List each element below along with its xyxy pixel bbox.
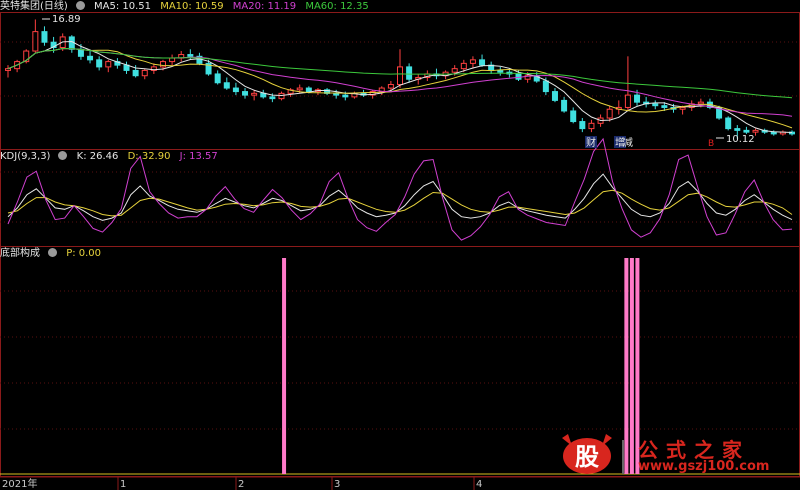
- candle-body: [743, 129, 750, 133]
- candle-body: [697, 101, 704, 105]
- candle-body: [624, 94, 631, 108]
- price-legend: 英特集团(日线) MA5: 10.51 MA10: 10.59 MA20: 11…: [0, 0, 375, 13]
- candle-body: [187, 54, 194, 57]
- signal-bar: [282, 258, 287, 474]
- kdj-j-label: J: 13.57: [179, 151, 218, 162]
- candle-body: [77, 48, 84, 57]
- stock-chart[interactable]: 16.89 10.12 财 增 减 B 2021年 1 2 3 4: [0, 0, 800, 490]
- watermark: 股 公式之家 www.gszj100.com: [558, 434, 798, 476]
- candle-body: [770, 131, 777, 135]
- candle-body: [169, 57, 176, 63]
- candle-body: [251, 92, 258, 96]
- candle-body: [570, 110, 577, 123]
- candle-body: [752, 129, 759, 133]
- ma5-label: MA5: 10.51: [94, 1, 152, 12]
- candle-body: [342, 94, 349, 98]
- kdj-d-label: D: 32.90: [127, 151, 171, 162]
- candle-body: [497, 69, 504, 73]
- candle-body: [588, 122, 595, 130]
- kdj-legend: KDJ(9,3,3) K: 26.46 D: 32.90 J: 13.57: [0, 150, 224, 163]
- candle-body: [68, 36, 75, 50]
- svg-text:股: 股: [575, 443, 599, 471]
- candle-body: [87, 55, 94, 61]
- badge-cai[interactable]: 财: [586, 136, 596, 149]
- candle-body: [397, 66, 403, 86]
- x-label-2: 2: [238, 479, 244, 490]
- candle-body: [232, 87, 239, 93]
- candle-body: [387, 84, 394, 89]
- x-label-3: 3: [334, 479, 340, 490]
- settings-icon[interactable]: [58, 151, 68, 160]
- candle-body: [469, 59, 476, 64]
- low-price-label: 10.12: [726, 134, 755, 145]
- badge-jian[interactable]: 减: [623, 137, 633, 149]
- candle-body: [32, 31, 39, 52]
- kdj-panel[interactable]: [0, 149, 800, 247]
- ma20-label: MA20: 11.19: [232, 1, 297, 12]
- candle-body: [214, 73, 221, 84]
- candle-body: [734, 128, 741, 131]
- candle-body: [5, 68, 11, 71]
- candle-body: [132, 69, 139, 77]
- candle-body: [223, 82, 230, 89]
- x-axis-labels: 2021年 1 2 3 4: [2, 477, 482, 490]
- candle-body: [242, 91, 249, 96]
- candle-body: [661, 105, 668, 108]
- x-label-1: 1: [120, 479, 126, 490]
- candle-body: [634, 94, 641, 103]
- candle-body: [679, 106, 686, 110]
- settings-icon[interactable]: [48, 248, 57, 257]
- candle-body: [269, 96, 276, 100]
- kdj-k-label: K: 26.46: [76, 151, 119, 162]
- watermark-separator: [622, 440, 624, 474]
- candle-body: [460, 62, 467, 70]
- candle-body: [725, 117, 732, 130]
- candle-body: [141, 69, 148, 77]
- candle-body: [451, 68, 458, 73]
- candle-body: [579, 121, 586, 130]
- candle-body: [96, 59, 103, 68]
- settings-icon[interactable]: [75, 1, 85, 10]
- candle-body: [159, 61, 166, 68]
- x-label-4: 4: [476, 479, 482, 490]
- ma10-label: MA10: 10.59: [160, 1, 224, 12]
- candle-body: [305, 87, 312, 93]
- chart-title[interactable]: 英特集团(日线): [0, 1, 68, 12]
- candle-body: [542, 80, 549, 93]
- candle-body: [606, 108, 613, 119]
- bottom-title[interactable]: 底部构成: [0, 248, 40, 259]
- candlestick-series: [5, 19, 795, 139]
- grid-lines: [0, 41, 800, 430]
- candle-body: [105, 61, 112, 68]
- candle-body: [296, 87, 303, 91]
- bottom-legend: 底部构成 P: 0.00: [0, 247, 107, 260]
- bottom-p-label: P: 0.00: [66, 248, 102, 259]
- ma60-label: MA60: 12.35: [305, 1, 369, 12]
- kdj-title[interactable]: KDJ(9,3,3): [0, 151, 50, 162]
- gu-logo-icon: 股: [562, 434, 612, 474]
- candle-body: [333, 92, 340, 96]
- red-marker[interactable]: B: [708, 139, 714, 149]
- watermark-url: www.gszj100.com: [638, 459, 770, 474]
- candle-body: [515, 73, 522, 80]
- high-price-label: 16.89: [52, 14, 81, 25]
- candle-body: [551, 91, 558, 101]
- candle-body: [41, 31, 48, 43]
- x-label-2021: 2021年: [2, 477, 37, 490]
- candle-body: [561, 99, 568, 112]
- candle-body: [652, 103, 659, 107]
- candle-body: [479, 59, 486, 66]
- kdj-k-line: [7, 173, 793, 221]
- candle-body: [406, 66, 413, 80]
